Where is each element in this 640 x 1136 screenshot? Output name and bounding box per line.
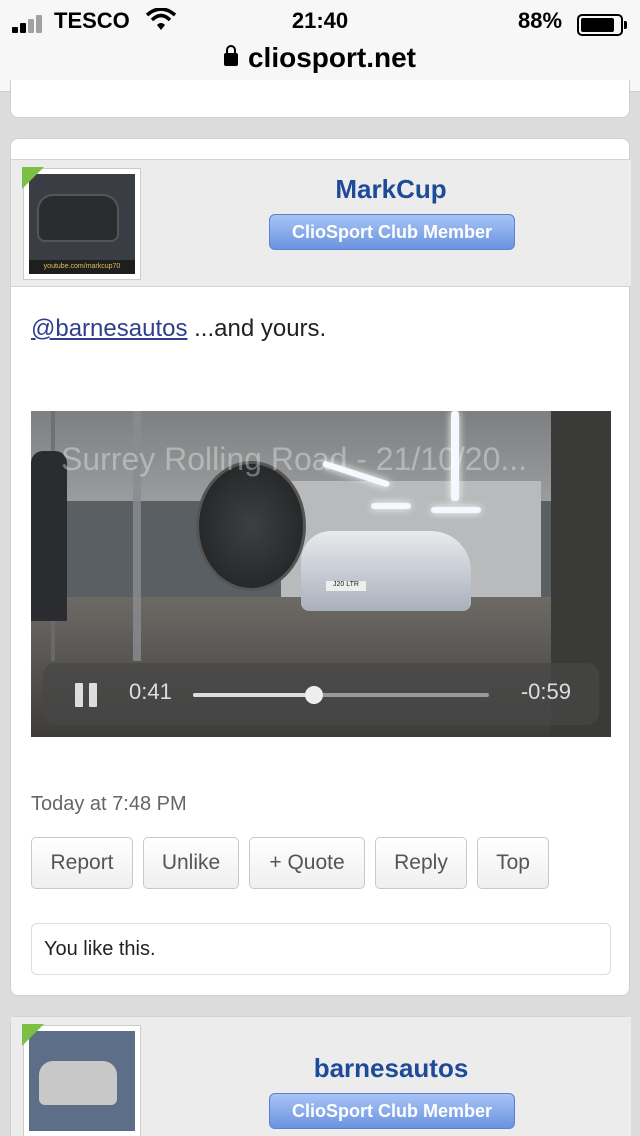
post-card: youtube.com/markcup70 MarkCup ClioSport … — [10, 138, 631, 996]
post-message: @barnesautos ...and yours. — [31, 315, 326, 343]
elapsed-time: 0:41 — [129, 679, 172, 704]
online-indicator-icon — [22, 167, 44, 189]
user-title-badge: ClioSport Club Member — [269, 214, 515, 250]
video-controls: 0:41 -0:59 — [43, 663, 599, 725]
user-title-badge: ClioSport Club Member — [269, 1093, 515, 1129]
lock-icon — [223, 45, 238, 66]
avatar[interactable]: youtube.com/markcup70 — [22, 167, 141, 280]
unlike-button[interactable]: Unlike — [143, 837, 239, 889]
battery-percent: 88% — [518, 8, 563, 33]
username-link[interactable]: barnesautos — [161, 1053, 621, 1084]
fan-image — [196, 461, 306, 591]
post-user-header: youtube.com/markcup70 MarkCup ClioSport … — [11, 159, 631, 287]
battery-icon — [577, 14, 627, 36]
likes-summary: You like this. — [31, 923, 611, 975]
status-bar: TESCO 21:40 88% — [0, 4, 640, 38]
number-plate: J20 LTR — [326, 581, 366, 591]
remaining-time: -0:59 — [520, 679, 571, 704]
online-indicator-icon — [22, 1024, 44, 1046]
reply-button[interactable]: Reply — [375, 837, 467, 889]
seek-knob[interactable] — [305, 686, 324, 704]
car-image — [301, 531, 471, 611]
post-timestamp[interactable]: Today at 7:48 PM — [31, 793, 187, 816]
video-player[interactable]: J20 LTR Surrey Rolling Road - 21/10/20..… — [31, 411, 611, 737]
car-image — [39, 196, 117, 240]
top-button[interactable]: Top — [477, 837, 549, 889]
car-image — [39, 1061, 117, 1105]
seek-bar[interactable] — [193, 686, 489, 704]
previous-post-card — [10, 80, 630, 118]
quote-button[interactable]: + Quote — [249, 837, 365, 889]
post-user-header: barnesautos ClioSport Club Member — [11, 1017, 631, 1136]
pause-icon[interactable] — [75, 683, 99, 707]
mention-link[interactable]: @barnesautos — [31, 315, 187, 342]
message-text: ...and yours. — [187, 315, 327, 342]
address-bar[interactable]: cliosport.net — [0, 42, 640, 74]
username-link[interactable]: MarkCup — [161, 174, 621, 205]
avatar[interactable] — [22, 1024, 141, 1136]
avatar-caption: youtube.com/markcup70 — [29, 260, 135, 274]
seek-bar-fill — [193, 693, 315, 697]
video-title: Surrey Rolling Road - 21/10/20... — [61, 441, 528, 477]
next-post-card: barnesautos ClioSport Club Member — [10, 1016, 631, 1136]
report-button[interactable]: Report — [31, 837, 133, 889]
browser-top-bar: TESCO 21:40 88% cliosport.net — [0, 0, 640, 92]
url-domain: cliosport.net — [247, 42, 416, 73]
